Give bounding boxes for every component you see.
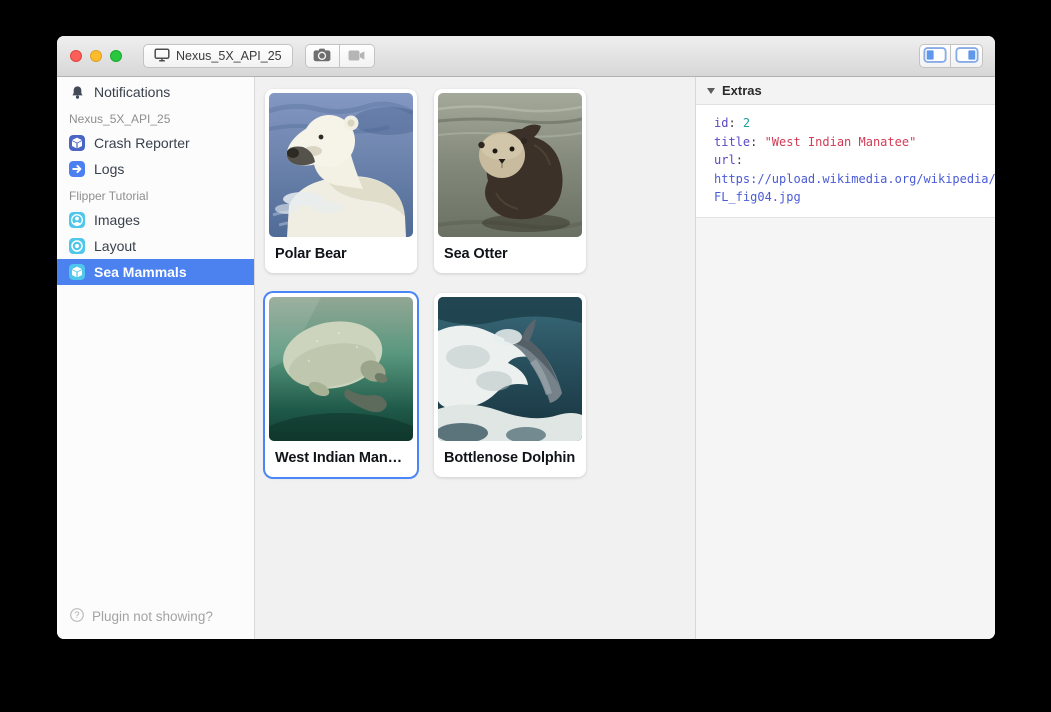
arrow-right-icon — [69, 161, 85, 177]
toggle-right-sidebar-button[interactable] — [951, 44, 983, 68]
dolphin-photo — [438, 297, 582, 441]
plugin-not-showing-link[interactable]: ? Plugin not showing? — [69, 607, 213, 626]
device-monitor-icon — [154, 48, 170, 65]
code-line-url-tail: FL_fig04.jpg — [714, 188, 995, 207]
extras-panel-header[interactable]: Extras — [696, 77, 995, 105]
window-titlebar[interactable]: Nexus_5X_API_25 — [57, 36, 995, 77]
card-title: West Indian Manatee — [269, 441, 413, 473]
sea-mammals-plugin-content: Polar Bear — [255, 77, 695, 639]
code-line-url-value: https://upload.wikimedia.org/wikipedia/c… — [714, 170, 995, 189]
code-line-title: title: "West Indian Manatee" — [714, 133, 995, 152]
sidebar-item-layout[interactable]: Layout — [57, 233, 254, 259]
cube-icon — [69, 264, 85, 280]
extras-data-view: id: 2 title: "West Indian Manatee" url: … — [696, 105, 995, 218]
panel-right-icon — [955, 46, 979, 67]
camera-icon — [313, 48, 331, 65]
panel-toggle-group — [919, 44, 983, 68]
sidebar-item-images[interactable]: Images — [57, 207, 254, 233]
polar-bear-photo — [269, 93, 413, 237]
card-sea-otter[interactable]: Sea Otter — [434, 89, 586, 273]
screen-record-button[interactable] — [340, 44, 375, 68]
card-title: Bottlenose Dolphin — [438, 441, 582, 473]
card-bottlenose-dolphin[interactable]: Bottlenose Dolphin — [434, 293, 586, 477]
svg-text:?: ? — [74, 610, 79, 620]
disclosure-triangle-icon — [707, 88, 715, 94]
code-line-id: id: 2 — [714, 114, 995, 133]
sidebar-item-label: Notifications — [94, 84, 170, 100]
card-west-indian-manatee[interactable]: West Indian Manatee — [265, 293, 417, 477]
footer-label: Plugin not showing? — [92, 609, 213, 624]
flipper-window: Nexus_5X_API_25 — [57, 36, 995, 639]
extras-panel: Extras id: 2 title: "West Indian Manatee… — [695, 77, 995, 639]
toggle-left-sidebar-button[interactable] — [919, 44, 951, 68]
zoom-button[interactable] — [110, 50, 122, 62]
sidebar-section-tutorial: Flipper Tutorial — [57, 182, 254, 207]
card-title: Polar Bear — [269, 237, 413, 269]
card-polar-bear[interactable]: Polar Bear — [265, 89, 417, 273]
sidebar-item-notifications[interactable]: Notifications — [57, 79, 254, 105]
sidebar-item-label: Crash Reporter — [94, 135, 190, 151]
device-selector-button[interactable]: Nexus_5X_API_25 — [143, 44, 293, 68]
card-title: Sea Otter — [438, 237, 582, 269]
sidebar-item-label: Sea Mammals — [94, 264, 187, 280]
video-camera-icon — [348, 49, 365, 64]
card-grid: Polar Bear — [265, 89, 685, 477]
sidebar-item-label: Logs — [94, 161, 124, 177]
capture-button-group — [305, 44, 375, 68]
sidebar-item-logs[interactable]: Logs — [57, 156, 254, 182]
sidebar-item-label: Images — [94, 212, 140, 228]
sidebar-item-label: Layout — [94, 238, 136, 254]
avatar-icon — [69, 212, 85, 228]
plugin-sidebar: Notifications Nexus_5X_API_25 Crash Repo… — [57, 77, 255, 639]
traffic-lights — [70, 50, 122, 62]
help-icon: ? — [69, 607, 85, 626]
manatee-photo — [269, 297, 413, 441]
target-icon — [69, 238, 85, 254]
extras-empty-area — [696, 218, 995, 640]
panel-left-icon — [923, 46, 947, 67]
bell-icon — [69, 84, 85, 100]
sidebar-item-crash-reporter[interactable]: Crash Reporter — [57, 130, 254, 156]
sea-otter-photo — [438, 93, 582, 237]
cube-icon — [69, 135, 85, 151]
sidebar-section-device: Nexus_5X_API_25 — [57, 105, 254, 130]
screenshot-button[interactable] — [305, 44, 340, 68]
app-body: Notifications Nexus_5X_API_25 Crash Repo… — [57, 77, 995, 639]
device-name-label: Nexus_5X_API_25 — [176, 49, 282, 63]
minimize-button[interactable] — [90, 50, 102, 62]
code-line-url-key: url: — [714, 151, 995, 170]
close-button[interactable] — [70, 50, 82, 62]
screen-background: Nexus_5X_API_25 — [0, 0, 1051, 712]
extras-title: Extras — [722, 83, 762, 98]
sidebar-item-sea-mammals[interactable]: Sea Mammals — [57, 259, 254, 285]
